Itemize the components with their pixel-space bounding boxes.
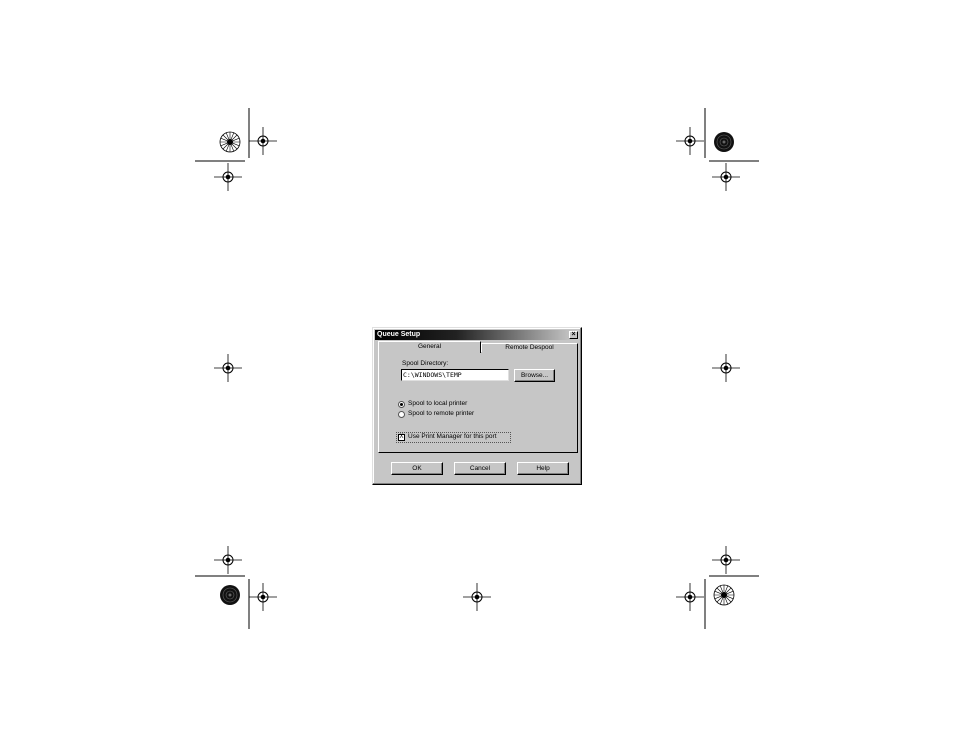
radio-spool-remote[interactable] xyxy=(398,411,405,418)
spool-directory-label: Spool Directory: xyxy=(402,360,449,367)
cancel-button[interactable]: Cancel xyxy=(454,462,506,475)
registration-mark-icon xyxy=(711,353,741,383)
registration-mark-icon xyxy=(213,162,243,192)
browse-button[interactable]: Browse... xyxy=(514,369,555,382)
dialog-title: Queue Setup xyxy=(377,331,421,338)
registration-mark-icon xyxy=(675,126,705,156)
tab-general-label: General xyxy=(417,343,442,350)
radio-selected-dot xyxy=(400,403,403,406)
registration-mark-icon xyxy=(213,353,243,383)
registration-mark-icon xyxy=(711,545,741,575)
registration-mark-icon xyxy=(711,162,741,192)
registration-mark-icon xyxy=(213,545,243,575)
tab-remote-despool[interactable]: Remote Despool xyxy=(481,343,578,352)
registration-mark-icon xyxy=(248,126,278,156)
use-print-manager-checkbox[interactable]: X xyxy=(398,434,405,441)
dark-target-icon xyxy=(713,131,735,153)
registration-mark-icon xyxy=(248,582,278,612)
help-button[interactable]: Help xyxy=(517,462,569,475)
title-bar[interactable]: Queue Setup × xyxy=(375,330,579,340)
registration-mark-icon xyxy=(675,582,705,612)
starburst-target-icon xyxy=(219,131,241,153)
dark-target-icon xyxy=(219,584,241,606)
starburst-target-icon xyxy=(713,584,735,606)
tab-remote-label: Remote Despool xyxy=(505,344,554,351)
close-icon[interactable]: × xyxy=(569,331,578,339)
ok-button[interactable]: OK xyxy=(391,462,443,475)
radio-spool-remote-label: Spool to remote printer xyxy=(408,410,475,417)
registration-mark-icon xyxy=(462,582,492,612)
radio-spool-local[interactable] xyxy=(398,401,405,408)
radio-spool-local-label: Spool to local printer xyxy=(408,400,468,407)
tab-general[interactable]: General xyxy=(378,341,481,353)
spool-directory-input[interactable]: C:\WINDOWS\TEMP xyxy=(401,369,509,381)
use-print-manager-label: Use Print Manager for this port xyxy=(408,433,497,440)
